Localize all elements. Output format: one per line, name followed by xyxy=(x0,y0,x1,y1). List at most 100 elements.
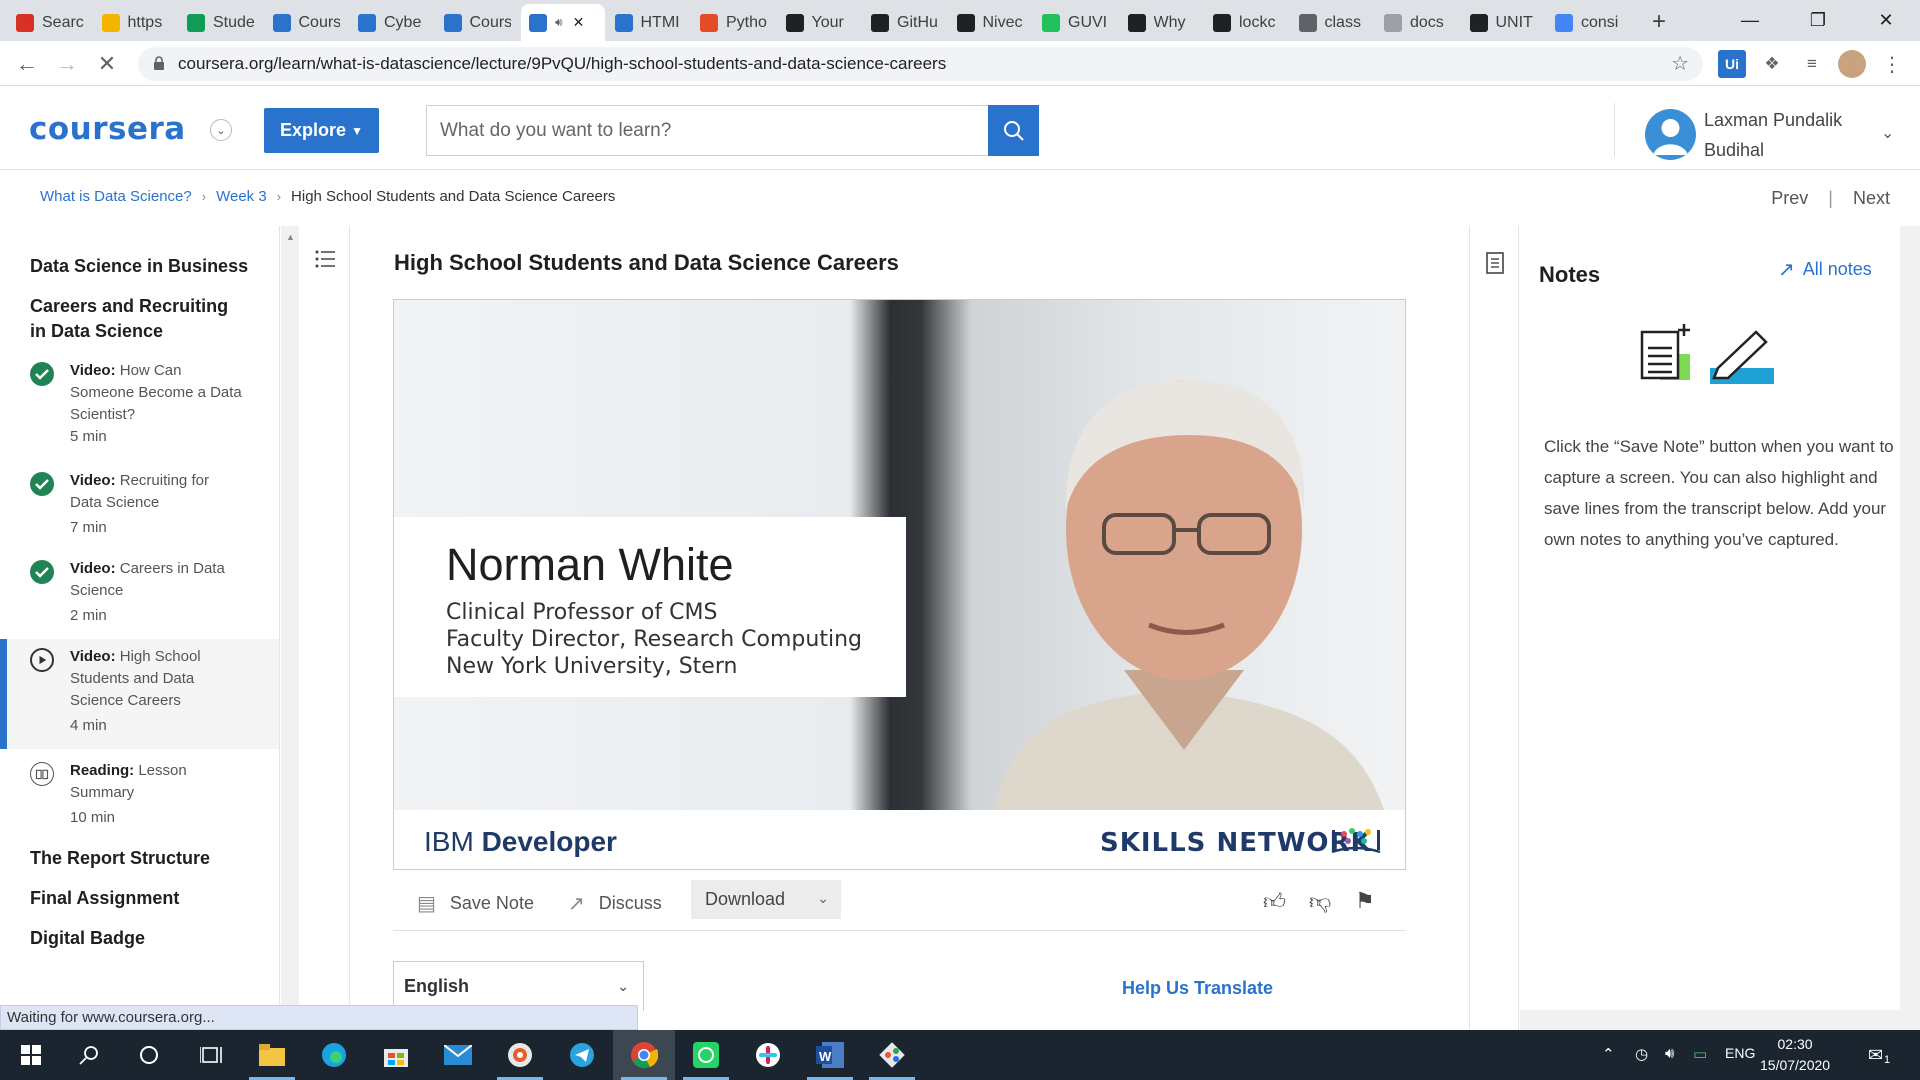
module-report-structure[interactable]: The Report Structure xyxy=(30,846,210,871)
minimize-icon[interactable]: — xyxy=(1716,0,1784,41)
taskbar-search-icon[interactable] xyxy=(58,1030,120,1080)
stop-loading-icon[interactable]: ✕ xyxy=(90,47,124,81)
notes-icon[interactable] xyxy=(1485,251,1505,275)
browser-tab[interactable]: Pytho xyxy=(692,4,776,41)
browser-tab[interactable]: https xyxy=(94,4,178,41)
transcript-language-select[interactable]: English ⌄ xyxy=(393,961,644,1011)
prev-link[interactable]: Prev xyxy=(1771,188,1808,209)
browser-tab[interactable]: consi xyxy=(1547,4,1631,41)
lesson-item-how-can-someone[interactable]: Video: How Can Someone Become a Data Sci… xyxy=(0,360,279,452)
tab-label: GUVI xyxy=(1068,13,1108,31)
lesson-item-high-school[interactable]: Video: High School Students and Data Sci… xyxy=(0,639,279,749)
media-control-icon[interactable]: ≡ xyxy=(1798,50,1826,78)
tab-audio-icon[interactable]: 🔊︎ xyxy=(555,15,563,30)
discuss-button[interactable]: ↗ Discuss xyxy=(568,884,662,922)
browser-tab[interactable]: Cours xyxy=(436,4,520,41)
video-frame[interactable]: Norman White Clinical Professor of CMS F… xyxy=(394,300,1405,810)
battery-icon[interactable]: ▭ xyxy=(1693,1045,1707,1063)
browser-tab[interactable]: UNIT xyxy=(1462,4,1546,41)
tab-close-icon[interactable]: ✕ xyxy=(573,14,585,31)
user-avatar[interactable] xyxy=(1645,109,1696,160)
lock-icon[interactable] xyxy=(153,56,165,71)
cortana-icon[interactable] xyxy=(118,1030,180,1080)
maximize-icon[interactable]: ❐ xyxy=(1784,0,1852,41)
user-name[interactable]: Laxman Pundalik Budihal xyxy=(1704,105,1842,165)
browser-tab[interactable]: GitHu xyxy=(863,4,947,41)
back-icon[interactable]: ← xyxy=(10,47,44,81)
chrome-icon[interactable] xyxy=(613,1030,675,1080)
browser-tab[interactable]: Searc xyxy=(8,4,92,41)
browser-tab[interactable]: Nivec xyxy=(949,4,1033,41)
browser-tab[interactable]: Cybe xyxy=(350,4,434,41)
media-player-icon[interactable] xyxy=(489,1030,551,1080)
lesson-item-careers[interactable]: Video: Careers in Data Science 2 min xyxy=(0,558,279,628)
note-icon: ▤ xyxy=(417,892,436,915)
chevron-down-icon[interactable]: ⌄ xyxy=(1881,123,1894,143)
notes-scrollbar[interactable] xyxy=(1900,226,1920,1030)
word-icon[interactable]: W xyxy=(799,1030,861,1080)
help-us-translate-link[interactable]: Help Us Translate xyxy=(1122,978,1273,999)
browser-tab[interactable]: Cours xyxy=(265,4,349,41)
notification-center-icon[interactable]: ✉ xyxy=(1868,1045,1883,1066)
mail-icon[interactable] xyxy=(427,1030,489,1080)
browser-tab[interactable]: lockc xyxy=(1205,4,1289,41)
flag-icon[interactable]: ⚑ xyxy=(1355,888,1375,914)
thumbs-up-icon[interactable]: 👍︎ xyxy=(1263,888,1286,915)
list-icon[interactable] xyxy=(314,248,336,270)
module-careers-and-recruiting[interactable]: Careers and Recruiting in Data Science xyxy=(30,294,228,344)
git-icon[interactable] xyxy=(861,1030,923,1080)
lesson-item-lesson-summary[interactable]: Reading: Lesson Summary 10 min xyxy=(0,760,279,830)
store-icon[interactable] xyxy=(365,1030,427,1080)
scroll-up-icon[interactable]: ▲ xyxy=(286,232,295,242)
browser-tab[interactable]: class xyxy=(1291,4,1375,41)
breadcrumb-week[interactable]: Week 3 xyxy=(216,188,267,205)
module-data-science-in-business[interactable]: Data Science in Business xyxy=(30,254,248,279)
all-notes-link[interactable]: ↗ All notes xyxy=(1778,257,1872,282)
browser-tab[interactable]: 🔊︎ ✕ xyxy=(521,4,605,41)
download-dropdown[interactable]: Download ⌄ xyxy=(691,880,841,919)
volume-icon[interactable]: 🔊︎ xyxy=(1665,1045,1674,1062)
module-digital-badge[interactable]: Digital Badge xyxy=(30,926,145,951)
browser-tab[interactable]: HTMI xyxy=(607,4,691,41)
new-tab-button[interactable]: + xyxy=(1652,8,1666,36)
lesson-item-recruiting[interactable]: Video: Recruiting for Data Science 7 min xyxy=(0,470,279,540)
sidebar-scrollbar[interactable]: ▲ xyxy=(281,226,299,1030)
uipath-extension-icon[interactable]: Ui xyxy=(1718,50,1746,78)
wifi-icon[interactable]: ◷ xyxy=(1635,1045,1648,1063)
thumbs-down-icon[interactable]: 👎︎ xyxy=(1309,888,1331,915)
address-bar[interactable]: coursera.org/learn/what-is-datascience/l… xyxy=(138,47,1703,81)
save-note-button[interactable]: ▤ Save Note xyxy=(417,884,534,922)
telegram-icon[interactable] xyxy=(551,1030,613,1080)
browser-tab[interactable]: Your xyxy=(778,4,862,41)
browser-tab[interactable]: Why xyxy=(1120,4,1204,41)
url-text[interactable]: coursera.org/learn/what-is-datascience/l… xyxy=(178,54,946,74)
browser-tab[interactable]: GUVI xyxy=(1034,4,1118,41)
whatsapp-icon[interactable] xyxy=(675,1030,737,1080)
close-window-icon[interactable]: ✕ xyxy=(1852,0,1920,41)
task-view-icon[interactable] xyxy=(180,1030,242,1080)
file-explorer-icon[interactable] xyxy=(241,1030,303,1080)
video-player[interactable]: Norman White Clinical Professor of CMS F… xyxy=(393,299,1406,870)
search-button[interactable] xyxy=(988,105,1039,156)
coursera-logo[interactable]: coursera xyxy=(29,111,186,147)
chrome-menu-icon[interactable]: ⋮ xyxy=(1878,50,1906,78)
extensions-puzzle-icon[interactable]: ❖ xyxy=(1758,50,1786,78)
search-input[interactable]: What do you want to learn? xyxy=(426,105,989,156)
forward-icon[interactable]: → xyxy=(50,47,84,81)
input-language[interactable]: ENG xyxy=(1725,1045,1755,1061)
next-link[interactable]: Next xyxy=(1853,188,1890,209)
module-final-assignment[interactable]: Final Assignment xyxy=(30,886,179,911)
bookmark-star-icon[interactable]: ☆ xyxy=(1671,51,1689,76)
edge-icon[interactable] xyxy=(303,1030,365,1080)
chevron-down-icon[interactable]: ⌄ xyxy=(210,119,232,141)
profile-avatar-icon[interactable] xyxy=(1838,50,1866,78)
tray-expand-icon[interactable]: ⌃ xyxy=(1602,1045,1615,1063)
browser-tab[interactable]: docs xyxy=(1376,4,1460,41)
breadcrumb-course[interactable]: What is Data Science? xyxy=(40,188,192,205)
browser-tab[interactable]: Stude xyxy=(179,4,263,41)
explore-button[interactable]: Explore ▼ xyxy=(264,108,379,153)
system-clock[interactable]: 02:30 15/07/2020 xyxy=(1760,1034,1830,1076)
slack-icon[interactable] xyxy=(737,1030,799,1080)
notes-horizontal-scrollbar[interactable] xyxy=(1520,1010,1900,1030)
windows-start-icon[interactable] xyxy=(0,1030,62,1080)
